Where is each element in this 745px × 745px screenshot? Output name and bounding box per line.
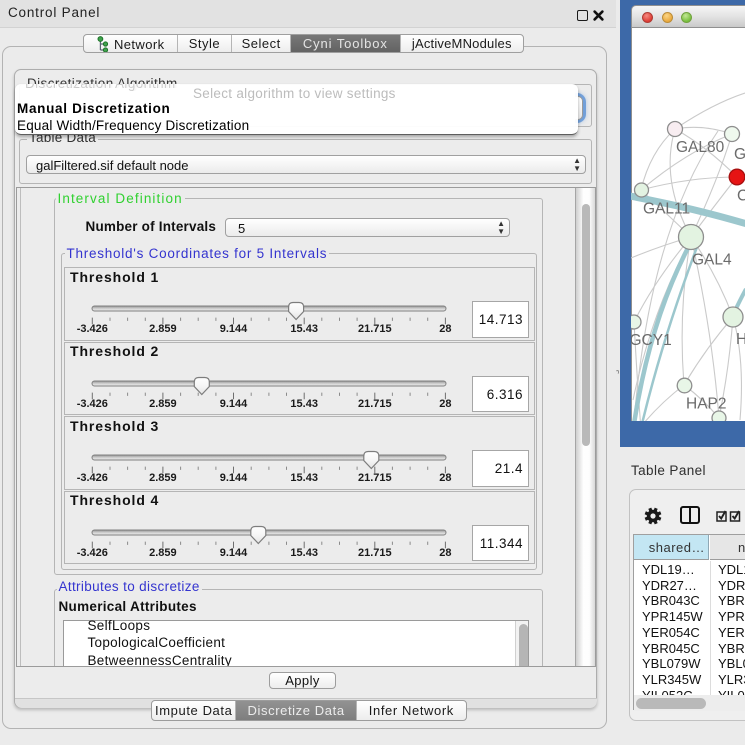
svg-text:GAL4: GAL4 — [692, 252, 732, 269]
svg-text:GAL11: GAL11 — [643, 201, 690, 218]
svg-text:GAL80: GAL80 — [676, 139, 725, 156]
svg-text:CY: CY — [737, 188, 745, 205]
svg-text:GCY1: GCY1 — [631, 332, 672, 349]
svg-text:H: H — [736, 331, 745, 348]
svg-text:HAP2: HAP2 — [686, 396, 727, 413]
svg-text:GA: GA — [734, 146, 745, 163]
